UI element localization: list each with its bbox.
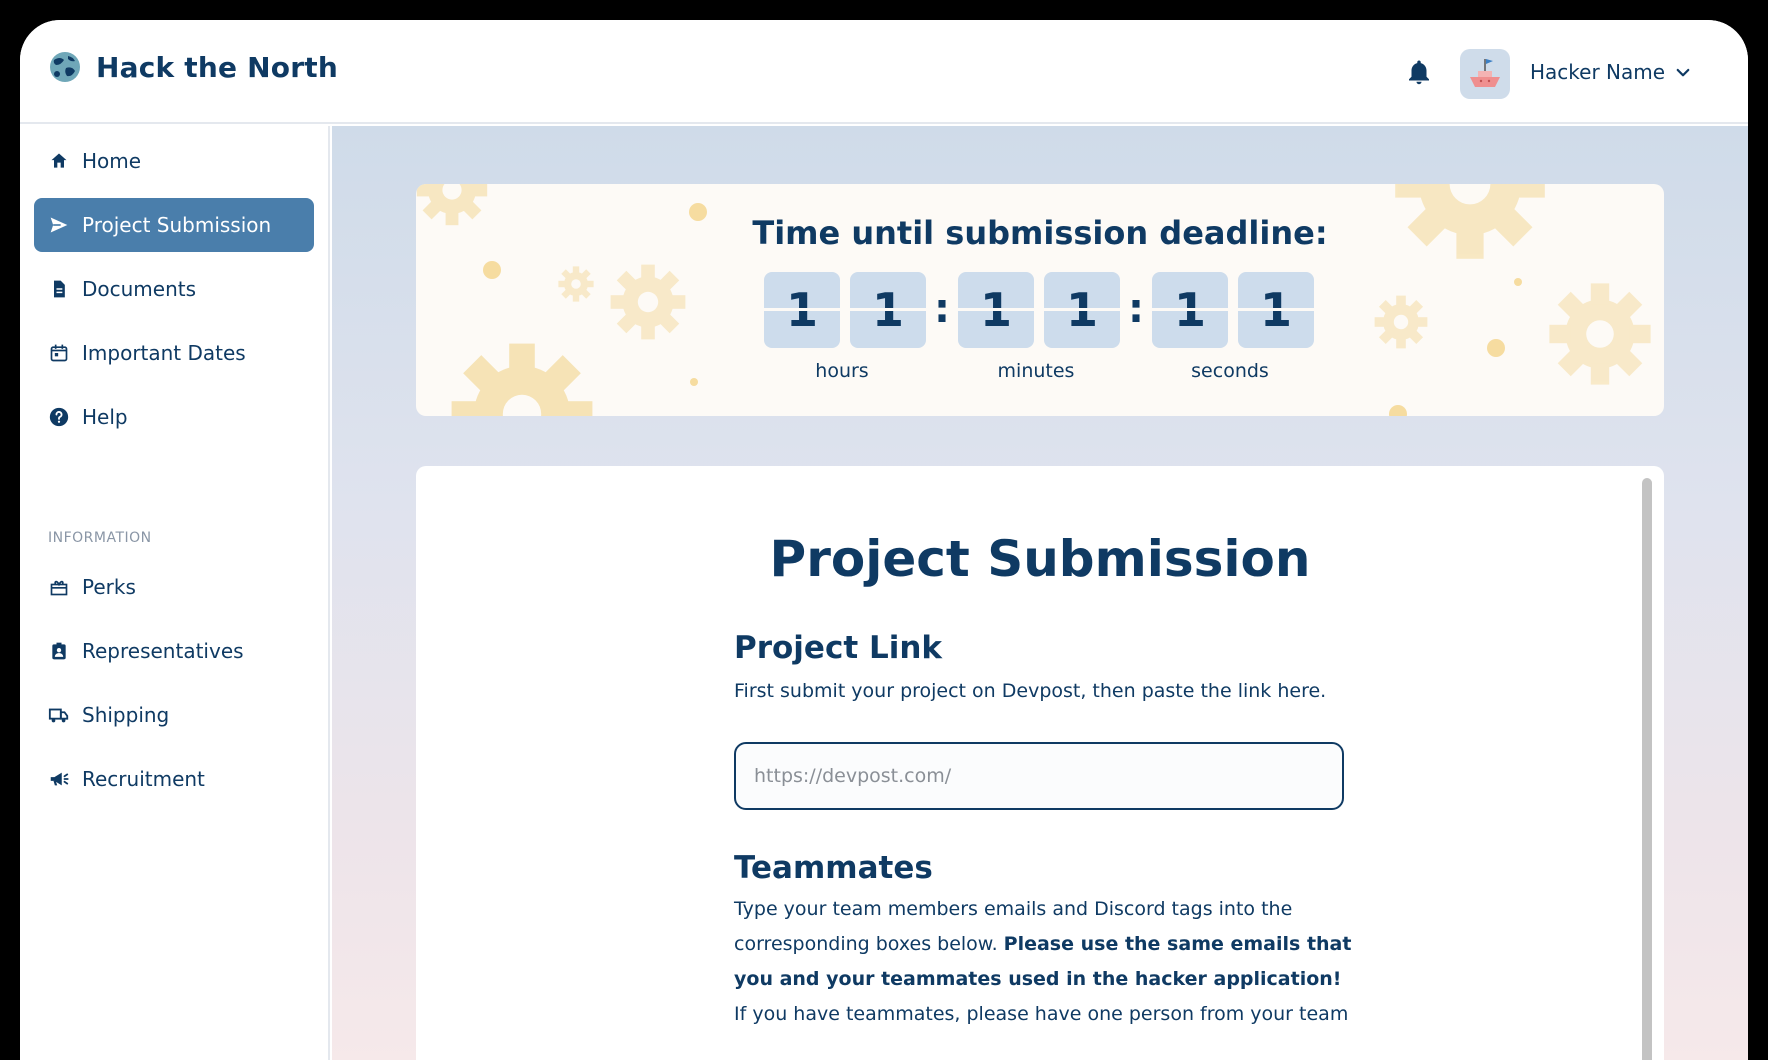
app-title: Hack the North xyxy=(96,50,338,84)
home-icon xyxy=(48,150,70,172)
sidebar-item-perks[interactable]: Perks xyxy=(34,560,314,614)
user-name[interactable]: Hacker Name xyxy=(1530,60,1665,84)
section-label-information: INFORMATION xyxy=(48,530,152,546)
help-icon xyxy=(48,406,70,428)
colon-separator: : xyxy=(1128,286,1144,332)
project-link-input[interactable] xyxy=(734,742,1344,810)
globe-logo-icon xyxy=(50,52,80,82)
countdown-card: Time until submission deadline: 1 1 : 1 … xyxy=(416,184,1664,416)
bell-icon[interactable] xyxy=(1404,58,1434,88)
sidebar-item-important-dates[interactable]: Important Dates xyxy=(34,326,314,380)
minutes-tens-digit: 1 xyxy=(958,272,1034,348)
countdown-title: Time until submission deadline: xyxy=(752,214,1328,252)
sidebar-item-label: Help xyxy=(82,405,128,429)
sidebar-item-label: Documents xyxy=(82,277,197,301)
document-icon xyxy=(48,278,70,300)
truck-icon xyxy=(48,704,70,726)
sidebar-item-label: Recruitment xyxy=(82,767,205,791)
hours-ones-digit: 1 xyxy=(850,272,926,348)
sidebar-item-label: Perks xyxy=(82,575,136,599)
sidebar-item-shipping[interactable]: Shipping xyxy=(34,688,314,742)
teammates-heading: Teammates xyxy=(734,850,933,886)
sidebar-item-documents[interactable]: Documents xyxy=(34,262,314,316)
seconds-tens-digit: 1 xyxy=(1152,272,1228,348)
minutes-label: minutes xyxy=(997,360,1075,382)
sidebar: Home Project Submission Documents Import… xyxy=(20,126,330,1060)
app-window: Hack the North Hacker Name Home Project … xyxy=(20,20,1748,1060)
sidebar-item-project-submission[interactable]: Project Submission xyxy=(34,198,314,252)
teammates-note: If you have teammates, please have one p… xyxy=(734,1003,1349,1025)
sidebar-item-representatives[interactable]: Representatives xyxy=(34,624,314,678)
sidebar-item-label: Representatives xyxy=(82,639,244,663)
sidebar-item-label: Important Dates xyxy=(82,341,246,365)
colon-separator: : xyxy=(934,286,950,332)
project-link-heading: Project Link xyxy=(734,630,943,666)
badge-icon xyxy=(48,640,70,662)
sidebar-item-label: Shipping xyxy=(82,703,170,727)
boat-avatar-icon xyxy=(1470,59,1500,87)
avatar[interactable] xyxy=(1460,49,1510,99)
megaphone-icon xyxy=(48,768,70,790)
seconds-label: seconds xyxy=(1191,360,1269,382)
sidebar-item-recruitment[interactable]: Recruitment xyxy=(34,752,314,806)
seconds-ones-digit: 1 xyxy=(1238,272,1314,348)
sidebar-item-label: Home xyxy=(82,149,142,173)
gift-icon xyxy=(48,576,70,598)
submission-form-card: Project Submission Project Link First su… xyxy=(416,466,1664,1060)
teammates-description: Type your team members emails and Discor… xyxy=(734,892,1354,997)
page-title: Project Submission xyxy=(769,530,1311,588)
main-content: Time until submission deadline: 1 1 : 1 … xyxy=(332,126,1748,1060)
sidebar-item-label: Project Submission xyxy=(82,213,272,237)
hours-label: hours xyxy=(815,360,869,382)
project-link-description: First submit your project on Devpost, th… xyxy=(734,680,1327,702)
calendar-icon xyxy=(48,342,70,364)
hours-tens-digit: 1 xyxy=(764,272,840,348)
top-bar: Hack the North Hacker Name xyxy=(20,20,1748,124)
logo[interactable]: Hack the North xyxy=(48,50,338,84)
sidebar-item-help[interactable]: Help xyxy=(34,390,314,444)
chevron-down-icon[interactable] xyxy=(1674,64,1692,82)
sidebar-item-home[interactable]: Home xyxy=(34,134,314,188)
send-icon xyxy=(48,214,70,236)
minutes-ones-digit: 1 xyxy=(1044,272,1120,348)
